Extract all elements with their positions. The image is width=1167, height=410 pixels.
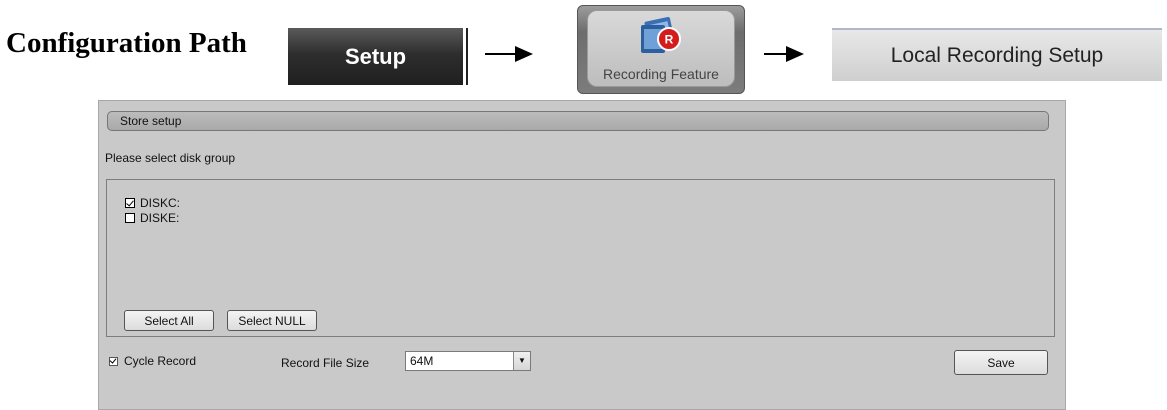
select-all-button[interactable]: Select All — [124, 310, 214, 331]
disk-group-prompt: Please select disk group — [105, 151, 236, 165]
section-header: Store setup — [107, 111, 1049, 131]
section-title: Store setup — [120, 114, 182, 128]
configuration-path-label: Configuration Path — [6, 27, 247, 59]
svg-text:R: R — [665, 33, 674, 47]
disk-label: DISKC: — [140, 196, 181, 210]
local-recording-setup-label: Local Recording Setup — [890, 43, 1104, 67]
setup-button[interactable]: Setup — [288, 28, 466, 85]
save-button[interactable]: Save — [954, 350, 1048, 375]
recording-feature-label: Recording Feature — [603, 66, 719, 82]
arrow-right-icon — [485, 44, 533, 64]
record-file-size-label: Record File Size — [281, 356, 370, 370]
disk-checkbox[interactable] — [125, 213, 135, 223]
chevron-down-icon[interactable]: ▼ — [513, 352, 530, 370]
setup-button-label: Setup — [344, 43, 407, 69]
record-file-size-select[interactable]: 64M ▼ — [405, 351, 531, 371]
disk-item-diske[interactable]: DISKE: — [125, 211, 179, 225]
disk-group-box: DISKC: DISKE: Select All Select NULL — [106, 179, 1055, 337]
local-recording-setup-tab[interactable]: Local Recording Setup — [832, 28, 1162, 81]
film-record-icon: R — [641, 16, 681, 53]
select-null-button[interactable]: Select NULL — [227, 310, 317, 331]
disk-label: DISKE: — [140, 211, 180, 225]
arrow-right-icon — [764, 44, 804, 64]
store-setup-panel: Store setup Please select disk group DIS… — [98, 100, 1066, 410]
recording-feature-button[interactable]: R Recording Feature — [577, 5, 745, 94]
record-file-size-value: 64M — [410, 354, 434, 368]
cycle-record-checkbox[interactable] — [109, 356, 118, 366]
disk-checkbox[interactable] — [125, 198, 135, 208]
disk-item-diskc[interactable]: DISKC: — [125, 196, 180, 210]
cycle-record-option[interactable]: Cycle Record — [109, 354, 196, 368]
cycle-record-label: Cycle Record — [124, 354, 197, 368]
